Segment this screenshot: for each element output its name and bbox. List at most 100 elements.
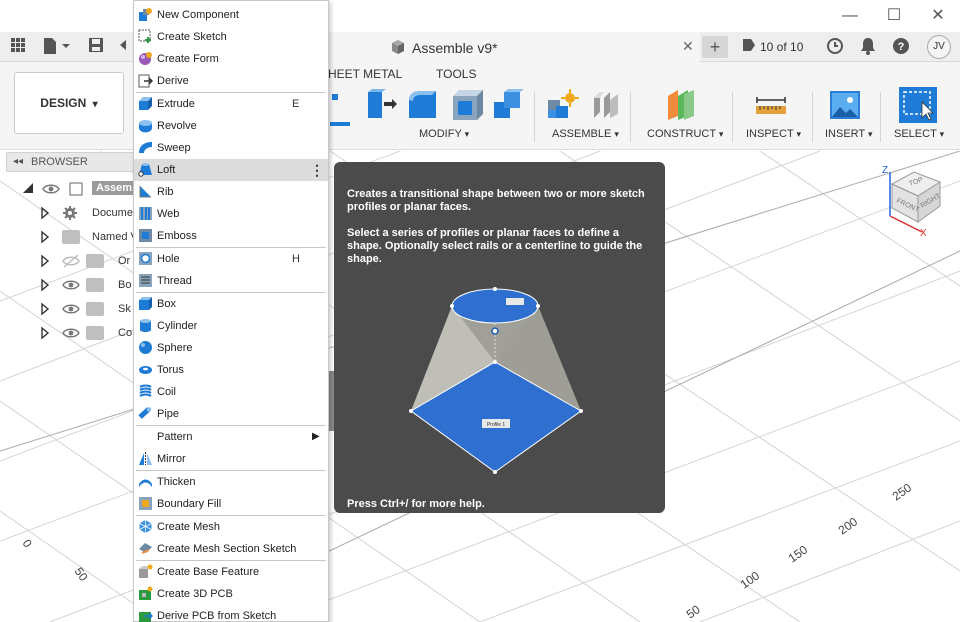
viewcube[interactable]: Z X TOP FRONT RIGHT [878,164,948,239]
menu-item-loft[interactable]: Loft ⋮ [134,159,328,181]
menu-item-new-component[interactable]: New Component [134,4,328,26]
grid-label: 50 [72,565,91,584]
browser-header[interactable]: ◂◂ BROWSER [6,152,134,172]
expand-triangle-icon[interactable] [40,278,50,292]
menu-item-create-base-feature[interactable]: Create Base Feature [134,561,328,583]
gear-icon [62,205,78,221]
collapse-triangle-icon[interactable] [22,182,34,194]
menu-item-pattern[interactable]: Pattern ▶ [134,426,328,448]
job-status-icon[interactable] [826,37,844,57]
visibility-eye-icon[interactable] [62,302,80,316]
notifications-icon[interactable] [860,37,876,57]
menu-item-mirror[interactable]: Mirror [134,448,328,470]
help-icon[interactable]: ? [892,37,910,57]
new-component-ribbon-icon[interactable] [546,88,580,122]
visibility-eye-icon[interactable] [42,182,60,196]
save-icon[interactable] [86,37,106,57]
menu-item-derive-pcb-from-sketch[interactable]: Derive PCB from Sketch [134,605,328,622]
menu-item-cylinder[interactable]: Cylinder [134,315,328,337]
select-group-label[interactable]: SELECT ▾ [894,128,944,140]
file-menu-icon[interactable] [40,37,72,57]
select-icon[interactable] [898,86,938,124]
menu-item-create-form[interactable]: Create Form [134,48,328,70]
menu-item-emboss[interactable]: Emboss [134,225,328,247]
menu-item-create-mesh-section-sketch[interactable]: Create Mesh Section Sketch [134,538,328,560]
shell-icon[interactable] [450,88,484,122]
tree-row-named-views[interactable]: Named V [0,226,138,248]
tree-row-origin[interactable]: Or [0,250,134,272]
expand-triangle-icon[interactable] [40,254,50,268]
create-group-edge-icon [330,92,350,126]
menu-item-thicken[interactable]: Thicken [134,471,328,493]
menu-item-pipe[interactable]: Pipe [134,403,328,425]
tree-row-root[interactable]: Assem [0,178,137,200]
measure-icon[interactable] [754,88,788,122]
tree-row-components[interactable]: Co [0,322,134,344]
x-axis-label: X [920,228,927,238]
menu-item-sweep[interactable]: Sweep [134,137,328,159]
menu-item-thread[interactable]: Thread [134,270,328,292]
insert-image-icon[interactable] [828,88,862,122]
document-tab[interactable]: Assemble v9* ✕ [330,32,700,62]
offset-plane-icon[interactable] [664,88,698,122]
browser-panel: ◂◂ BROWSER Assem Docume Named V Or Bo Sk… [0,150,138,350]
menu-item-derive[interactable]: Derive [134,70,328,92]
fillet-icon[interactable] [406,88,440,122]
menu-item-torus[interactable]: Torus [134,359,328,381]
shortcut-label: E [292,98,300,110]
menu-item-rib[interactable]: Rib [134,181,328,203]
menu-item-hole[interactable]: Hole H [134,248,328,270]
tree-row-sketches[interactable]: Sk [0,298,134,320]
hidden-eye-icon[interactable] [62,254,80,268]
menu-item-create-sketch[interactable]: Create Sketch [134,26,328,48]
user-avatar[interactable]: JV [927,35,951,59]
expand-triangle-icon[interactable] [40,302,50,316]
box-icon [138,296,153,311]
loft-illustration: Profile 1 [409,287,583,474]
menu-item-box[interactable]: Box [134,293,328,315]
new-tab-button[interactable]: + [702,36,728,58]
maximize-button[interactable]: ☐ [874,4,914,28]
grid-label: 50 [684,602,703,621]
close-window-button[interactable]: ✕ [918,4,958,28]
create-dropdown-menu: New Component Create Sketch Create Form … [133,0,329,622]
close-tab-button[interactable]: ✕ [682,38,694,55]
visibility-eye-icon[interactable] [62,326,80,340]
folder-icon [86,326,104,340]
menu-item-sphere[interactable]: Sphere [134,337,328,359]
folder-icon [86,302,104,316]
menu-item-web[interactable]: Web [134,203,328,225]
tab-tools[interactable]: TOOLS [436,67,476,81]
grid-menu-icon[interactable] [8,37,28,57]
press-pull-icon[interactable] [364,88,398,122]
tree-row-document-settings[interactable]: Docume [0,202,134,224]
undo-icon[interactable] [118,37,132,57]
insert-group-label[interactable]: INSERT ▾ [825,128,873,140]
combine-icon[interactable] [492,88,526,122]
construct-group-label[interactable]: CONSTRUCT ▾ [647,128,723,140]
collapse-browser-icon[interactable]: ◂◂ [13,153,23,171]
tree-row-bodies[interactable]: Bo [0,274,134,296]
tab-sheet-metal[interactable]: HEET METAL [328,67,402,81]
menu-item-boundary-fill[interactable]: Boundary Fill [134,493,328,515]
expand-triangle-icon[interactable] [40,206,50,220]
expand-triangle-icon[interactable] [40,230,50,244]
chevron-down-icon: ▾ [718,129,724,139]
rib-icon [138,184,153,199]
inspect-group-label[interactable]: INSPECT ▾ [746,128,801,140]
version-count[interactable]: 10 of 10 [760,40,803,54]
menu-item-extrude[interactable]: Extrude E [134,93,328,115]
more-options-icon[interactable]: ⋮ [310,162,324,179]
modify-group-label[interactable]: MODIFY ▾ [419,128,469,140]
menu-item-create-mesh[interactable]: Create Mesh [134,516,328,538]
assemble-group-label[interactable]: ASSEMBLE ▾ [552,128,619,140]
joint-icon[interactable] [590,88,624,122]
menu-item-revolve[interactable]: Revolve [134,115,328,137]
visibility-eye-icon[interactable] [62,278,80,292]
menu-item-coil[interactable]: Coil [134,381,328,403]
version-icon[interactable] [741,37,757,57]
menu-item-create-3d-pcb[interactable]: Create 3D PCB [134,583,328,605]
minimize-button[interactable]: — [830,4,870,28]
expand-triangle-icon[interactable] [40,326,50,340]
workspace-switcher[interactable]: DESIGN ▾ [14,72,124,134]
